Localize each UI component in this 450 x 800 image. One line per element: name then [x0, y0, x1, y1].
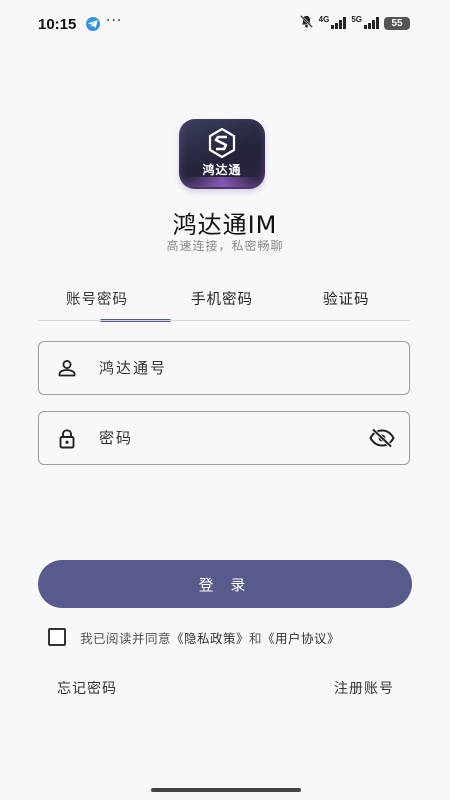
- status-bar: 10:15 ··· 4G 5G 55: [0, 0, 450, 46]
- register-link[interactable]: 注册账号: [334, 678, 394, 698]
- logo-text: 鸿达通: [202, 163, 242, 177]
- tab-verification-code[interactable]: 验证码: [323, 288, 370, 309]
- telegram-icon: [86, 17, 100, 31]
- signal-icon: [331, 17, 347, 29]
- lock-icon: [57, 428, 77, 454]
- privacy-policy-link[interactable]: 《隐私政策》: [171, 631, 249, 646]
- more-notifications: ···: [106, 13, 123, 29]
- mute-icon: [299, 14, 314, 33]
- logo-glow: [185, 177, 259, 187]
- tab-phone-password[interactable]: 手机密码: [191, 288, 253, 309]
- tab-account-password[interactable]: 账号密码: [66, 288, 128, 309]
- app-title: 鸿达通IM: [172, 211, 278, 239]
- user-icon: [57, 358, 77, 382]
- account-input[interactable]: [99, 342, 349, 393]
- agreement-and: 和: [249, 631, 263, 646]
- password-field[interactable]: [38, 411, 410, 465]
- signal-icon-2: [364, 17, 379, 29]
- app-subtitle: 高速连接，私密畅聊: [166, 239, 284, 253]
- agreement-text: 我已阅读并同意《隐私政策》和《用户协议》: [80, 628, 340, 647]
- logo-mark-icon: [208, 128, 236, 158]
- account-field[interactable]: [38, 341, 410, 395]
- user-agreement-link[interactable]: 《用户协议》: [262, 631, 340, 646]
- agreement-prefix: 我已阅读并同意: [80, 631, 172, 646]
- net-4g-label: 4G: [318, 14, 330, 24]
- login-button[interactable]: 登 录: [38, 560, 412, 608]
- agreement-row: 我已阅读并同意《隐私政策》和《用户协议》: [48, 626, 428, 648]
- login-tabs: 账号密码 手机密码 验证码: [38, 284, 410, 324]
- home-indicator[interactable]: [151, 788, 301, 792]
- agreement-checkbox[interactable]: [48, 628, 66, 646]
- app-logo: 鸿达通: [179, 119, 265, 189]
- net-5g-label: 5G: [351, 14, 362, 24]
- battery-icon: 55: [384, 16, 410, 30]
- forgot-password-link[interactable]: 忘记密码: [57, 678, 117, 698]
- status-time: 10:15: [38, 16, 77, 33]
- password-input[interactable]: [99, 412, 349, 463]
- tabs-divider: [38, 320, 410, 321]
- status-indicators: 4G 5G 55: [299, 13, 410, 33]
- eye-off-icon[interactable]: [369, 428, 395, 452]
